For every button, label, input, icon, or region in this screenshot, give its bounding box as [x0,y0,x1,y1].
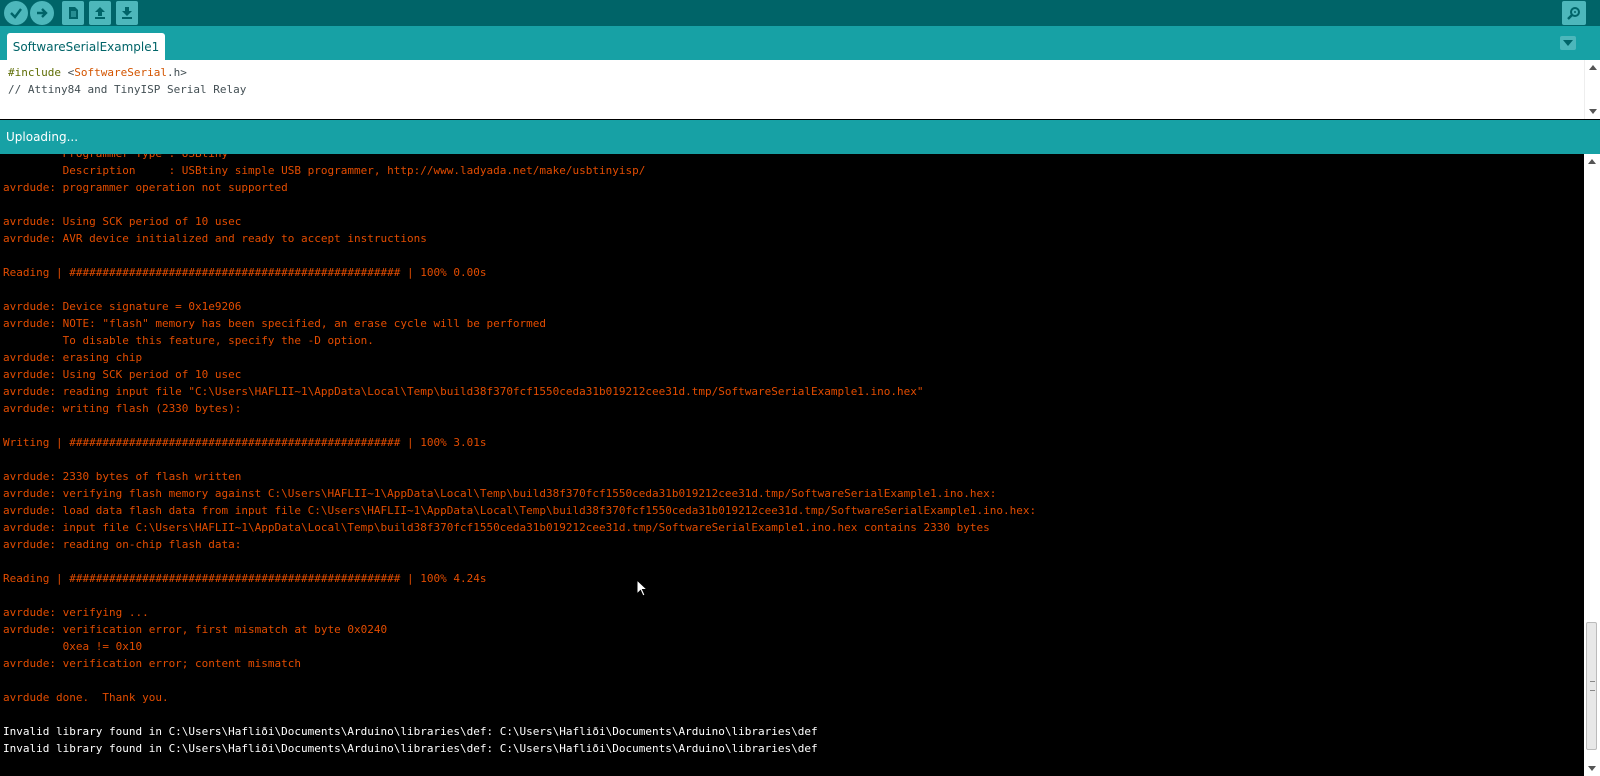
scroll-down-icon[interactable] [1589,109,1597,114]
console-line: avrdude: reading input file "C:\Users\HA… [3,385,924,398]
save-button[interactable] [116,1,138,25]
code-library-name: SoftwareSerial [74,66,167,79]
mouse-cursor-icon [636,579,648,597]
open-button[interactable] [89,1,111,25]
console-line: avrdude: 2330 bytes of flash written [3,470,242,483]
save-download-icon [122,7,132,19]
console-line: avrdude: Using SCK period of 10 usec [3,215,242,228]
check-icon [10,8,22,19]
console-output: Programmer Type : USBtiny Description : … [0,154,1584,776]
console-line: avrdude: programmer operation not suppor… [3,181,288,194]
console-line: To disable this feature, specify the -D … [3,334,374,347]
editor-scrollbar[interactable] [1584,60,1600,119]
chevron-down-icon [1563,40,1573,46]
console-line: avrdude: verification error; content mis… [3,657,302,670]
console-line: avrdude: NOTE: "flash" memory has been s… [3,317,547,330]
open-upload-icon [95,7,105,19]
new-file-icon [69,7,78,19]
console-line: Writing | ##############################… [3,436,487,449]
scroll-down-icon[interactable] [1588,766,1596,771]
console-line: Description : USBtiny simple USB program… [3,164,646,177]
scroll-up-icon[interactable] [1588,159,1596,164]
tab-menu-button[interactable] [1560,36,1576,50]
code-include-open: < [60,66,75,79]
grip-icon [1590,681,1595,691]
upload-button[interactable] [30,1,54,25]
console-line: Invalid library found in C:\Users\Haflið… [3,742,818,755]
serial-monitor-button[interactable] [1562,1,1586,25]
console-line: avrdude: verifying ... [3,606,149,619]
scroll-up-icon[interactable] [1589,65,1597,70]
console-line: Invalid library found in C:\Users\Haflið… [3,725,818,738]
console-line: avrdude done. Thank you. [3,691,169,704]
console-lines: Programmer Type : USBtiny Description : … [3,154,1036,757]
tab-bar: SoftwareSerialExample1 [0,26,1600,60]
console-line: avrdude: Using SCK period of 10 usec [3,368,242,381]
console-line: Reading | ##############################… [3,572,487,585]
console-line: avrdude: input file C:\Users\HAFLII~1\Ap… [3,521,990,534]
code-include-close: .h> [166,66,187,79]
arrow-right-icon [37,8,48,18]
code-comment: // Attiny84 and TinyISP Serial Relay [8,83,247,96]
console-line: avrdude: verification error, first misma… [3,623,388,636]
verify-button[interactable] [4,1,28,25]
toolbar [0,0,1600,26]
console-line: avrdude: AVR device initialized and read… [3,232,427,245]
code-include-directive: #include [8,66,61,79]
new-button[interactable] [62,1,84,25]
console-line: avrdude: reading on-chip flash data: [3,538,242,551]
console-line: avrdude: writing flash (2330 bytes): [3,402,242,415]
status-bar: Uploading... [0,120,1600,154]
code-text: #include <SoftwareSerial.h> // Attiny84 … [8,64,246,98]
code-editor[interactable]: #include <SoftwareSerial.h> // Attiny84 … [0,60,1600,119]
console-scrollbar[interactable] [1584,154,1600,776]
console-line: 0xea != 0x10 [3,640,143,653]
scrollbar-thumb[interactable] [1586,622,1597,750]
tab-label: SoftwareSerialExample1 [12,39,160,54]
status-message: Uploading... [6,130,79,144]
console-line: Reading | ##############################… [3,266,487,279]
console-line: avrdude: verifying flash memory against … [3,487,997,500]
console-line: Programmer Type : USBtiny [3,154,1036,162]
console-line: avrdude: load data flash data from input… [3,504,1037,517]
serial-monitor-icon [1567,7,1580,20]
console-line: avrdude: erasing chip [3,351,143,364]
console-line: avrdude: Device signature = 0x1e9206 [3,300,242,313]
tab-sketch[interactable]: SoftwareSerialExample1 [7,33,165,60]
